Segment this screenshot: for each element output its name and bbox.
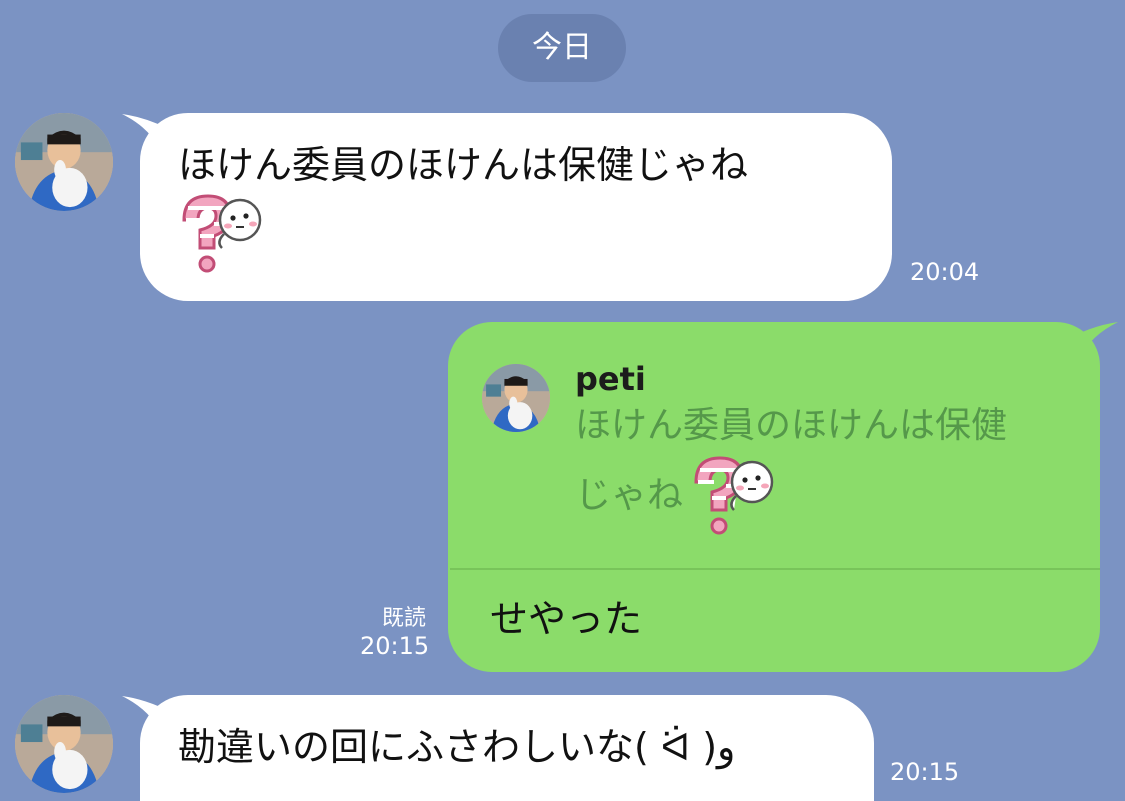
sender-avatar[interactable] [15,113,113,211]
quoted-message-text: ほけん委員のほけんは保健 [575,405,1008,446]
message-timestamp: 20:04 [910,258,980,286]
quote-divider [450,568,1100,570]
message-text: 勘違いの回にふさわしいな( ᐛ )و [178,725,736,769]
question-mark-smiley-sticker-icon [182,194,262,273]
avatar-photo-icon [15,695,113,793]
message-timestamp: 20:15 [890,758,960,786]
avatar-photo-icon [482,364,550,432]
message-text: ほけん委員のほけんは保健じゃね [178,143,749,187]
quoted-sender-avatar [482,364,550,432]
quoted-message-text-line2: じゃね [575,475,684,516]
message-text: せやった [490,597,643,641]
message-timestamp: 20:15 [360,632,430,660]
quoted-sender-name: peti [575,360,646,398]
avatar-photo-icon [15,113,113,211]
question-mark-smiley-sticker-icon [694,456,774,535]
sender-avatar[interactable] [15,695,113,793]
date-separator: 今日 [498,14,626,82]
read-receipt: 既読 [382,606,427,631]
